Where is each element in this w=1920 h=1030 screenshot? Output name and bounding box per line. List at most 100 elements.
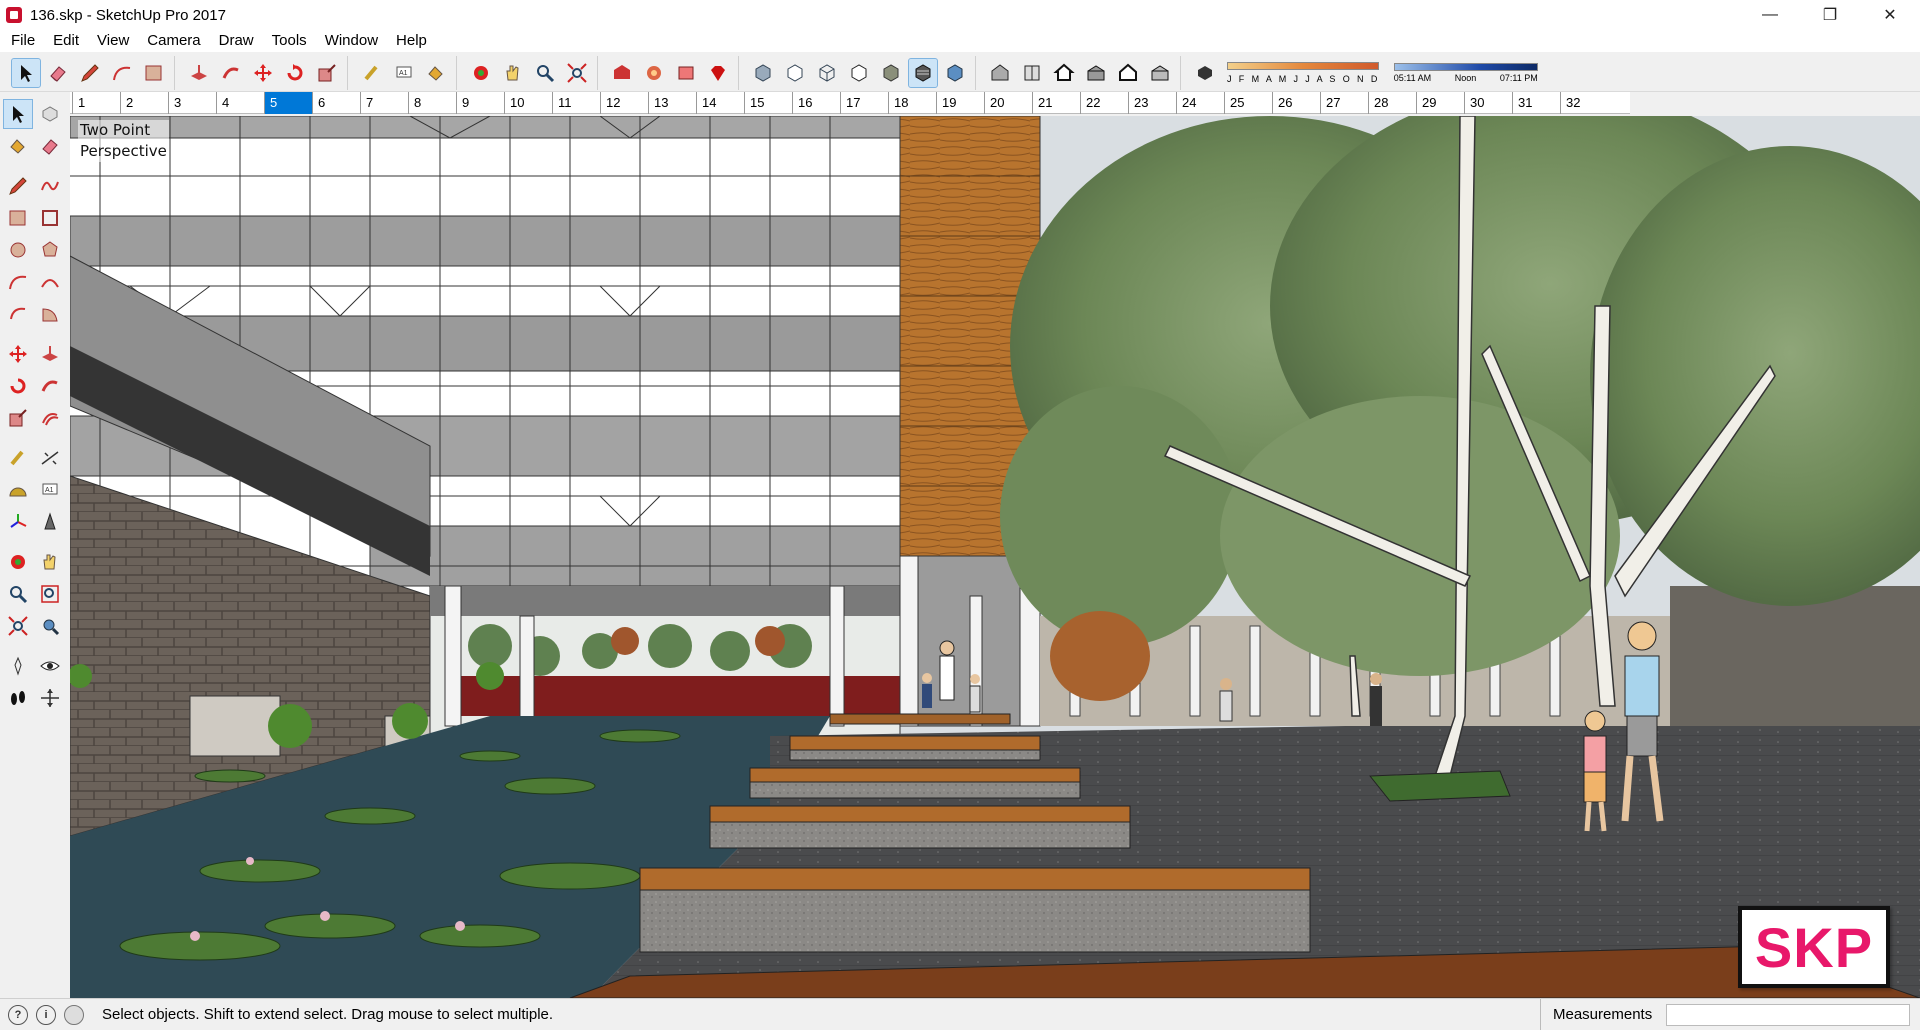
menu-help[interactable]: Help <box>387 30 436 52</box>
maximize-button[interactable]: ❐ <box>1800 0 1860 30</box>
menu-camera[interactable]: Camera <box>138 30 209 52</box>
ruler-tick[interactable]: 27 <box>1320 92 1368 114</box>
arc-tool-button[interactable] <box>108 59 136 87</box>
ruler-tick[interactable]: 25 <box>1224 92 1272 114</box>
palette-pie-button[interactable] <box>36 300 64 328</box>
menu-window[interactable]: Window <box>316 30 387 52</box>
palette-zoom-button[interactable] <box>4 580 32 608</box>
top-view-button[interactable] <box>1018 59 1046 87</box>
palette-axes-button[interactable] <box>4 508 32 536</box>
palette-rotated-rectangle-button[interactable] <box>36 204 64 232</box>
palette-freehand-button[interactable] <box>36 172 64 200</box>
palette-2pt-arc-button[interactable] <box>36 268 64 296</box>
hidden-line-style-button[interactable] <box>845 59 873 87</box>
menu-view[interactable]: View <box>88 30 138 52</box>
ruler-tick[interactable]: 18 <box>888 92 936 114</box>
palette-polygon-button[interactable] <box>36 236 64 264</box>
ruler-tick[interactable]: 15 <box>744 92 792 114</box>
credits-icon[interactable]: i <box>36 1004 56 1025</box>
ruler-tick[interactable]: 26 <box>1272 92 1320 114</box>
palette-3d-text-button[interactable] <box>36 508 64 536</box>
left-view-button[interactable] <box>1146 59 1174 87</box>
menu-edit[interactable]: Edit <box>44 30 88 52</box>
palette-arc-button[interactable] <box>4 268 32 296</box>
right-view-button[interactable] <box>1082 59 1110 87</box>
shadows-toggle-button[interactable] <box>1191 59 1219 87</box>
monochrome-style-button[interactable] <box>941 59 969 87</box>
ruler-tick[interactable]: 28 <box>1368 92 1416 114</box>
palette-look-around-button[interactable] <box>36 652 64 680</box>
ruler-tick[interactable]: 4 <box>216 92 264 114</box>
minimize-button[interactable]: — <box>1740 0 1800 30</box>
ruler-tick[interactable]: 30 <box>1464 92 1512 114</box>
back-edges-style-button[interactable] <box>781 59 809 87</box>
ruler-tick[interactable]: 6 <box>312 92 360 114</box>
ruler-tick[interactable]: 7 <box>360 92 408 114</box>
shadow-month-slider[interactable] <box>1227 61 1379 70</box>
geolocation-icon[interactable]: ? <box>8 1004 28 1025</box>
orbit-tool-button[interactable] <box>467 59 495 87</box>
ruler-tick[interactable]: 21 <box>1032 92 1080 114</box>
palette-push-pull-button[interactable] <box>36 340 64 368</box>
palette-pan-button[interactable] <box>36 548 64 576</box>
ruler-tick[interactable]: 9 <box>456 92 504 114</box>
ruby-console-button[interactable] <box>704 59 732 87</box>
iso-view-button[interactable] <box>986 59 1014 87</box>
palette-move-button[interactable] <box>4 340 32 368</box>
share-component-button[interactable] <box>640 59 668 87</box>
ruler-tick[interactable]: 32 <box>1560 92 1608 114</box>
ruler-tick[interactable]: 14 <box>696 92 744 114</box>
palette-zoom-window-button[interactable] <box>36 580 64 608</box>
ruler-tick[interactable]: 20 <box>984 92 1032 114</box>
tape-measure-tool-button[interactable] <box>358 59 386 87</box>
ruler-tick[interactable]: 13 <box>648 92 696 114</box>
move-tool-button[interactable] <box>249 59 277 87</box>
ruler-tick[interactable]: 29 <box>1416 92 1464 114</box>
scale-tool-button[interactable] <box>313 59 341 87</box>
palette-rectangle-button[interactable] <box>4 204 32 232</box>
palette-select-button[interactable] <box>3 99 33 129</box>
palette-zoom-extents-button[interactable] <box>4 612 32 640</box>
palette-position-camera-button[interactable] <box>4 652 32 680</box>
palette-line-button[interactable] <box>4 172 32 200</box>
zoom-tool-button[interactable] <box>531 59 559 87</box>
user-account-icon[interactable] <box>64 1004 84 1025</box>
menu-tools[interactable]: Tools <box>263 30 316 52</box>
pan-tool-button[interactable] <box>499 59 527 87</box>
palette-paint-button[interactable] <box>4 132 32 160</box>
rectangle-tool-button[interactable] <box>140 59 168 87</box>
shadow-time-slider[interactable] <box>1393 62 1538 71</box>
shaded-textures-style-button[interactable] <box>908 57 938 88</box>
palette-previous-view-button[interactable] <box>36 612 64 640</box>
ruler-tick[interactable]: 12 <box>600 92 648 114</box>
ruler-tick[interactable]: 2 <box>120 92 168 114</box>
ruler-tick[interactable]: 10 <box>504 92 552 114</box>
pencil-tool-button[interactable] <box>76 59 104 87</box>
ruler-tick[interactable]: 11 <box>552 92 600 114</box>
follow-me-tool-button[interactable] <box>217 59 245 87</box>
ruler-tick[interactable]: 8 <box>408 92 456 114</box>
palette-offset-button[interactable] <box>36 404 64 432</box>
palette-walk-button[interactable] <box>4 684 32 712</box>
eraser-tool-button[interactable] <box>44 59 72 87</box>
extension-warehouse-button[interactable] <box>672 59 700 87</box>
back-view-button[interactable] <box>1114 59 1142 87</box>
palette-3pt-arc-button[interactable] <box>4 300 32 328</box>
rotate-tool-button[interactable] <box>281 59 309 87</box>
palette-follow-me-button[interactable] <box>36 372 64 400</box>
palette-scale-button[interactable] <box>4 404 32 432</box>
palette-tape-button[interactable] <box>4 444 32 472</box>
ruler-tick[interactable]: 3 <box>168 92 216 114</box>
model-viewport[interactable]: Two Point Perspective SKP <box>70 116 1920 998</box>
zoom-extents-tool-button[interactable] <box>563 59 591 87</box>
ruler-tick[interactable]: 5 <box>264 92 312 114</box>
shaded-style-button[interactable] <box>877 59 905 87</box>
palette-circle-button[interactable] <box>4 236 32 264</box>
close-button[interactable]: ✕ <box>1860 0 1920 30</box>
ruler-tick[interactable]: 17 <box>840 92 888 114</box>
palette-orbit-button[interactable] <box>4 548 32 576</box>
text-tool-button[interactable]: A1 <box>390 59 418 87</box>
ruler-tick[interactable]: 23 <box>1128 92 1176 114</box>
ruler-tick[interactable]: 31 <box>1512 92 1560 114</box>
xray-style-button[interactable] <box>749 59 777 87</box>
